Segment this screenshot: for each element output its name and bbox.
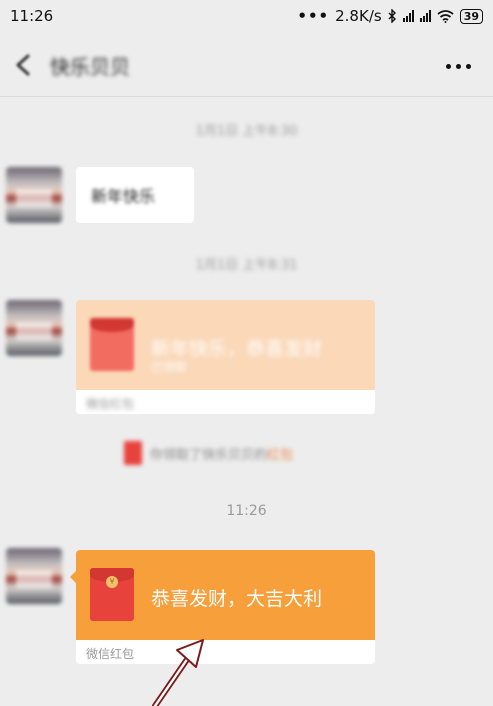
annotation-arrow — [152, 639, 204, 706]
